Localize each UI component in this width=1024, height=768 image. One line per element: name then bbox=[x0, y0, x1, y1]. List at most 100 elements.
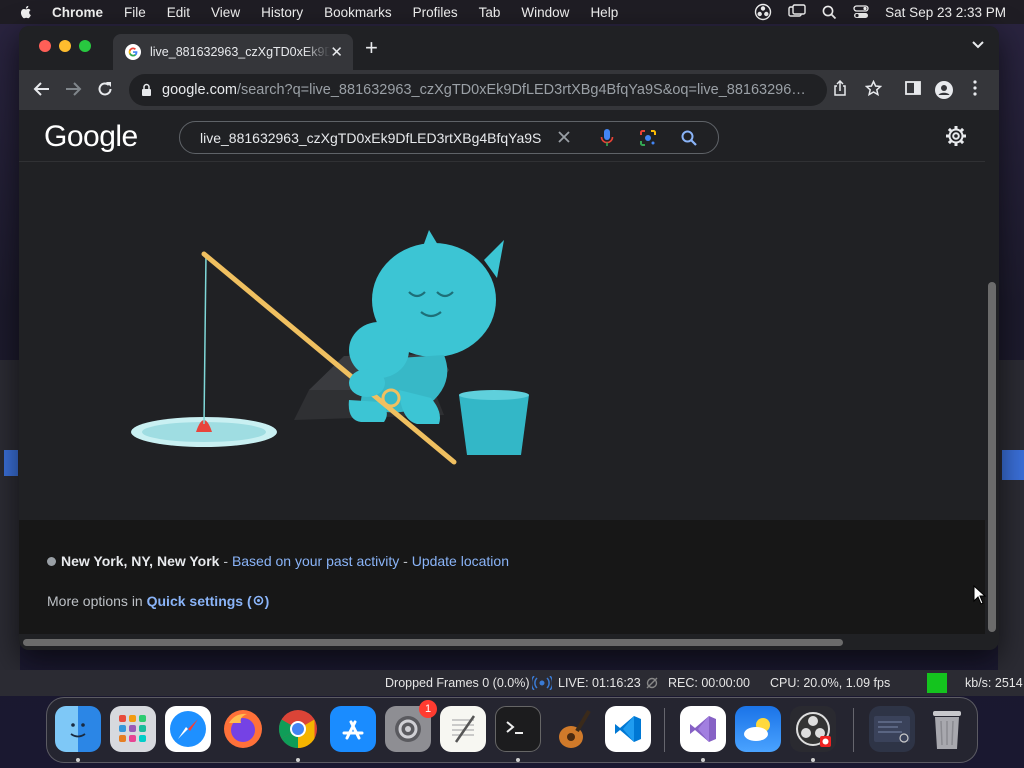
browser-toolbar: google.com/search?q=live_881632963_czXgT… bbox=[19, 70, 999, 110]
garageband-icon[interactable] bbox=[550, 706, 596, 752]
url-path: /search?q=live_881632963_czXgTD0xEk9DfLE… bbox=[236, 82, 806, 98]
google-search-box[interactable]: live_881632963_czXgTD0xEk9DfLED3rtXBg4Bf… bbox=[179, 121, 719, 154]
safari-icon[interactable] bbox=[165, 706, 211, 752]
share-icon[interactable] bbox=[833, 80, 847, 97]
past-activity-link[interactable]: Based on your past activity bbox=[232, 553, 399, 569]
vertical-scroll-thumb[interactable] bbox=[988, 282, 996, 632]
rec-timer: REC: 00:00:00 bbox=[668, 676, 750, 690]
google-header: Google live_881632963_czXgTD0xEk9DfLED3r… bbox=[19, 110, 985, 162]
apple-icon[interactable] bbox=[18, 4, 34, 20]
google-favicon-icon bbox=[125, 44, 141, 60]
quick-settings-gear-icon bbox=[253, 595, 263, 606]
lock-icon[interactable] bbox=[141, 83, 152, 97]
search-icon[interactable] bbox=[822, 5, 837, 20]
reload-icon[interactable] bbox=[96, 80, 114, 98]
dropped-frames: Dropped Frames 0 (0.0%) bbox=[385, 676, 530, 690]
background-selection bbox=[1002, 450, 1024, 480]
menu-window[interactable]: Window bbox=[521, 5, 569, 20]
zoom-window-button[interactable] bbox=[79, 40, 91, 52]
more-options-line: More options in Quick settings () bbox=[47, 593, 269, 609]
no-results-fishing-illustration bbox=[131, 230, 529, 465]
forward-arrow-icon[interactable] bbox=[64, 80, 82, 98]
quick-settings-paren: ) bbox=[264, 593, 270, 609]
separator: - bbox=[219, 553, 232, 569]
screenshot-folder-icon[interactable] bbox=[869, 706, 915, 752]
menu-bookmarks[interactable]: Bookmarks bbox=[324, 5, 392, 20]
update-location-link[interactable]: Update location bbox=[412, 553, 509, 569]
more-menu-icon[interactable] bbox=[973, 80, 977, 96]
menu-help[interactable]: Help bbox=[590, 5, 618, 20]
dock-separator bbox=[664, 708, 665, 752]
cpu-usage: CPU: 20.0%, 1.09 fps bbox=[770, 676, 891, 690]
window-controls bbox=[39, 40, 91, 52]
running-indicator bbox=[701, 758, 705, 762]
finder-icon[interactable] bbox=[55, 706, 101, 752]
clear-search-icon[interactable] bbox=[556, 129, 572, 145]
search-query-text[interactable]: live_881632963_czXgTD0xEk9DfLED3rtXBg4Bf… bbox=[200, 130, 545, 146]
running-indicator bbox=[296, 758, 300, 762]
url-text: google.com/search?q=live_881632963_czXgT… bbox=[162, 82, 817, 98]
location-line: New York, NY, New York - Based on your p… bbox=[47, 553, 509, 569]
horizontal-scroll-thumb[interactable] bbox=[23, 639, 843, 646]
menu-datetime[interactable]: Sat Sep 23 2:33 PM bbox=[885, 5, 1006, 20]
tab-search-chevron-down-icon[interactable] bbox=[971, 40, 985, 50]
close-window-button[interactable] bbox=[39, 40, 51, 52]
background-window-left bbox=[0, 360, 20, 690]
google-logo[interactable]: Google bbox=[44, 120, 138, 154]
separator: - bbox=[399, 553, 412, 569]
new-tab-button[interactable]: + bbox=[365, 37, 378, 59]
quick-settings-link[interactable]: Quick settings () bbox=[147, 593, 270, 609]
textedit-icon[interactable] bbox=[440, 706, 486, 752]
vertical-scrollbar[interactable] bbox=[985, 110, 999, 650]
menu-history[interactable]: History bbox=[261, 5, 303, 20]
trash-icon[interactable] bbox=[924, 706, 970, 752]
location-city: New York, NY, New York bbox=[61, 553, 220, 569]
menu-file[interactable]: File bbox=[124, 5, 146, 20]
obs-status-icon[interactable] bbox=[754, 3, 772, 21]
dock: 1 bbox=[46, 697, 978, 763]
menu-profiles[interactable]: Profiles bbox=[413, 5, 458, 20]
system-settings-icon[interactable]: 1 bbox=[385, 700, 437, 752]
mouse-cursor-icon bbox=[973, 585, 987, 605]
vscode-icon[interactable] bbox=[605, 706, 651, 752]
running-indicator bbox=[76, 758, 80, 762]
side-panel-icon[interactable] bbox=[905, 80, 921, 96]
screen-mirroring-icon[interactable] bbox=[788, 4, 806, 20]
live-timer: LIVE: 01:16:23 bbox=[558, 676, 641, 690]
google-results-page: Google live_881632963_czXgTD0xEk9DfLED3r… bbox=[19, 110, 985, 650]
tab-google-search[interactable]: live_881632963_czXgTD0xEk9DfLED3rtXBg4Bf… bbox=[113, 34, 353, 70]
chrome-window: live_881632963_czXgTD0xEk9DfLED3rtXBg4Bf… bbox=[19, 26, 999, 650]
address-bar[interactable]: google.com/search?q=live_881632963_czXgT… bbox=[129, 74, 827, 106]
profile-avatar-icon[interactable] bbox=[934, 80, 954, 100]
menu-tab[interactable]: Tab bbox=[479, 5, 501, 20]
location-footer: New York, NY, New York - Based on your p… bbox=[19, 520, 985, 650]
back-arrow-icon[interactable] bbox=[33, 80, 51, 98]
bookmark-star-icon[interactable] bbox=[865, 80, 882, 97]
menu-view[interactable]: View bbox=[211, 5, 240, 20]
menu-app-chrome[interactable]: Chrome bbox=[52, 5, 103, 20]
obs-icon[interactable] bbox=[790, 706, 836, 752]
notification-badge: 1 bbox=[419, 700, 437, 718]
control-center-icon[interactable] bbox=[853, 5, 869, 19]
background-window-right bbox=[998, 360, 1024, 690]
settings-gear-icon[interactable] bbox=[945, 125, 967, 147]
app-store-icon[interactable] bbox=[330, 706, 376, 752]
terminal-icon[interactable] bbox=[495, 706, 541, 752]
launchpad-icon[interactable] bbox=[110, 706, 156, 752]
chrome-icon[interactable] bbox=[275, 706, 321, 752]
menu-edit[interactable]: Edit bbox=[167, 5, 190, 20]
minimize-window-button[interactable] bbox=[59, 40, 71, 52]
bitrate: kb/s: 2514 bbox=[965, 676, 1023, 690]
google-lens-icon[interactable] bbox=[639, 129, 657, 147]
horizontal-scrollbar[interactable] bbox=[19, 634, 985, 650]
visual-studio-icon[interactable] bbox=[680, 706, 726, 752]
search-submit-icon[interactable] bbox=[680, 129, 698, 147]
location-dot-icon bbox=[47, 556, 56, 566]
weather-icon[interactable] bbox=[735, 706, 781, 752]
voice-search-mic-icon[interactable] bbox=[600, 128, 614, 148]
running-indicator bbox=[811, 758, 815, 762]
firefox-icon[interactable] bbox=[220, 706, 266, 752]
tab-title: live_881632963_czXgTD0xEk9DfLED3rtXBg4Bf… bbox=[150, 45, 330, 59]
running-indicator bbox=[516, 758, 520, 762]
tab-close-icon[interactable]: ✕ bbox=[330, 43, 343, 61]
